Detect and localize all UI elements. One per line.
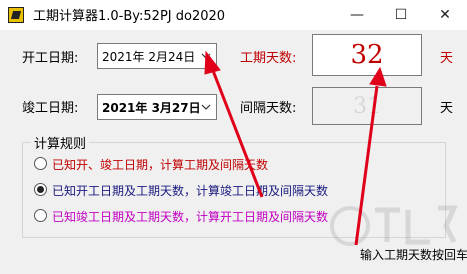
annotation-arrow [204,50,387,246]
